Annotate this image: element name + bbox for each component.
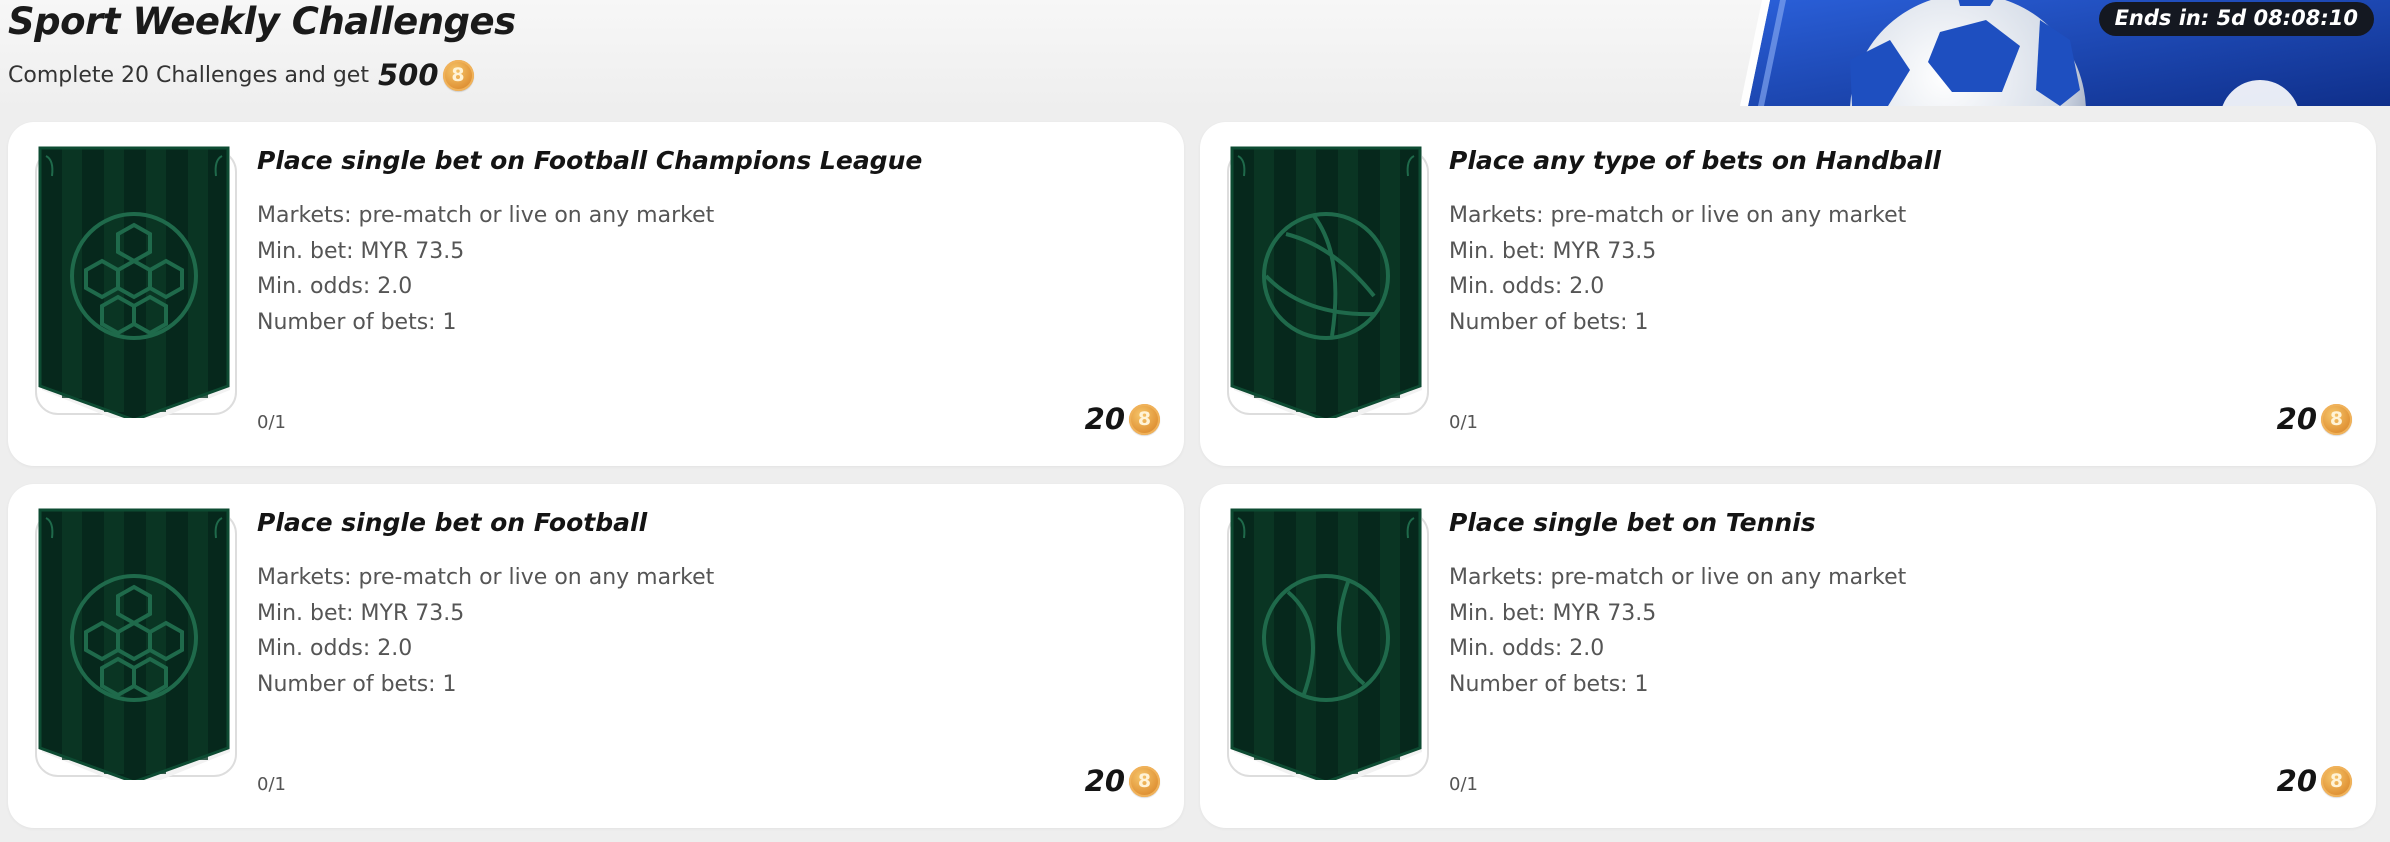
- min-bet-text: Min. bet: MYR 73.5: [1449, 600, 1657, 626]
- number-of-bets-text: Number of bets: 1: [1449, 671, 1649, 697]
- challenge-title: Place single bet on Football Champions L…: [257, 146, 923, 175]
- countdown-timer: Ends in: 5d 08:08:10: [2098, 2, 2374, 36]
- challenge-details: Markets: pre-match or live on any market…: [1449, 560, 1906, 702]
- coin-icon: 8: [2321, 403, 2352, 435]
- coin-icon: 8: [2321, 765, 2352, 797]
- challenge-card[interactable]: Place single bet on Tennis Markets: pre-…: [1200, 484, 2376, 828]
- challenge-card[interactable]: Place single bet on Football Champions L…: [8, 122, 1184, 466]
- page-title: Sport Weekly Challenges: [8, 0, 516, 43]
- challenge-title: Place single bet on Tennis: [1449, 508, 1816, 537]
- min-odds-text: Min. odds: 2.0: [257, 274, 413, 299]
- badge-image: [1227, 146, 1429, 418]
- coin-icon: 8: [442, 59, 474, 91]
- number-of-bets-text: Number of bets: 1: [1449, 309, 1649, 335]
- challenge-details: Markets: pre-match or live on any market…: [1449, 198, 1906, 340]
- markets-text: Markets: pre-match or live on any market: [1449, 565, 1907, 590]
- progress-count: 0/1: [257, 412, 286, 433]
- page-header: Sport Weekly Challenges Complete 20 Chal…: [0, 0, 2390, 110]
- challenge-details: Markets: pre-match or live on any market…: [257, 198, 714, 340]
- subtitle: Complete 20 Challenges and get 500 8: [8, 58, 474, 92]
- total-reward-amount: 500: [377, 58, 439, 92]
- reward-amount: 20: [1084, 402, 1125, 436]
- badge-image: [35, 146, 237, 418]
- min-odds-text: Min. odds: 2.0: [257, 636, 413, 661]
- challenge-title: Place single bet on Football: [257, 508, 648, 537]
- reward: 20 8: [1085, 764, 1160, 798]
- number-of-bets-text: Number of bets: 1: [257, 309, 457, 335]
- min-bet-text: Min. bet: MYR 73.5: [1449, 238, 1657, 264]
- progress-count: 0/1: [1449, 774, 1478, 795]
- markets-text: Markets: pre-match or live on any market: [257, 565, 715, 590]
- reward-amount: 20: [1084, 764, 1125, 798]
- coin-icon: 8: [1129, 403, 1160, 435]
- progress-count: 0/1: [1449, 412, 1478, 433]
- min-bet-text: Min. bet: MYR 73.5: [257, 238, 465, 264]
- number-of-bets-text: Number of bets: 1: [257, 671, 457, 697]
- reward: 20 8: [2277, 764, 2352, 798]
- markets-text: Markets: pre-match or live on any market: [1449, 203, 1907, 228]
- min-odds-text: Min. odds: 2.0: [1449, 274, 1605, 299]
- progress-count: 0/1: [257, 774, 286, 795]
- reward: 20 8: [1085, 402, 1160, 436]
- challenge-card[interactable]: Place single bet on Football Markets: pr…: [8, 484, 1184, 828]
- markets-text: Markets: pre-match or live on any market: [257, 203, 715, 228]
- coin-icon: 8: [1129, 765, 1160, 797]
- reward-amount: 20: [2276, 764, 2317, 798]
- challenge-details: Markets: pre-match or live on any market…: [257, 560, 714, 702]
- challenge-title: Place any type of bets on Handball: [1449, 146, 1941, 175]
- challenge-card[interactable]: Place any type of bets on Handball Marke…: [1200, 122, 2376, 466]
- subtitle-text: Complete 20 Challenges and get: [8, 62, 369, 88]
- reward: 20 8: [2277, 402, 2352, 436]
- min-bet-text: Min. bet: MYR 73.5: [257, 600, 465, 626]
- badge-image: [1227, 508, 1429, 780]
- min-odds-text: Min. odds: 2.0: [1449, 636, 1605, 661]
- badge-image: [35, 508, 237, 780]
- promo-banner: Ends in: 5d 08:08:10: [1740, 0, 2390, 106]
- reward-amount: 20: [2276, 402, 2317, 436]
